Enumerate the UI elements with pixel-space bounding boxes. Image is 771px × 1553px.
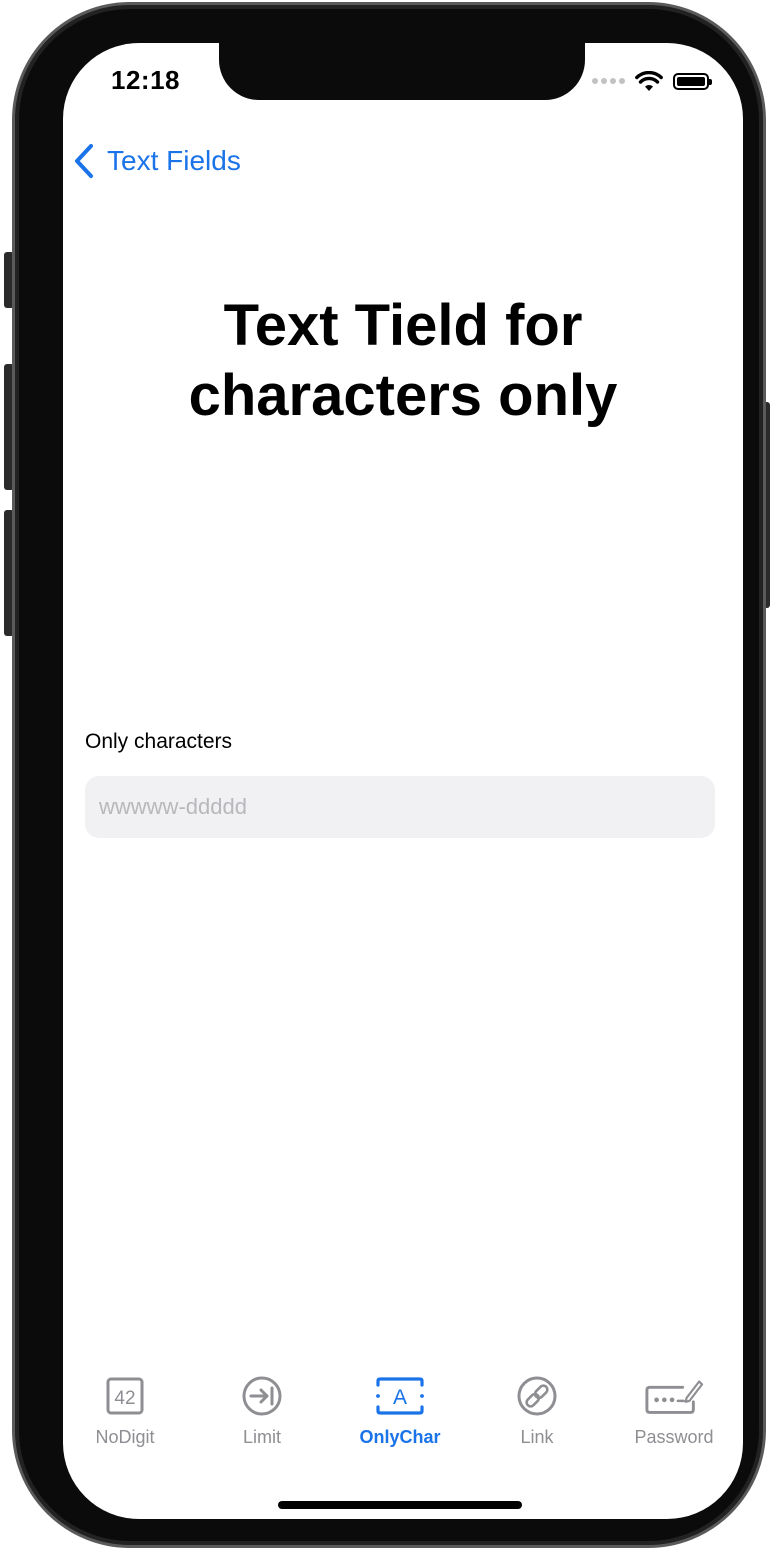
tab-label: Limit — [242, 1427, 281, 1447]
tab-link[interactable]: Link — [477, 1373, 597, 1448]
wifi-icon — [635, 70, 663, 91]
arrow-to-bar-icon — [232, 1373, 292, 1419]
notch — [219, 43, 585, 100]
back-button[interactable]: Text Fields — [73, 139, 241, 183]
svg-text:A: A — [393, 1386, 407, 1409]
tab-label: Link — [520, 1427, 554, 1447]
back-button-label: Text Fields — [107, 145, 241, 176]
letter-a-icon: A — [370, 1373, 430, 1419]
tab-bar: 42 NoDigit Limit A OnlyChar Link Passwor… — [63, 1373, 743, 1473]
svg-text:42: 42 — [114, 1388, 135, 1409]
field-label: Only characters — [85, 730, 233, 753]
number-42-icon: 42 — [95, 1373, 155, 1419]
link-icon — [507, 1373, 567, 1419]
phone-frame: 12:18 Text Fields Text Tield for charact… — [12, 2, 766, 1548]
screen: 12:18 Text Fields Text Tield for charact… — [63, 43, 743, 1519]
tab-label: Password — [634, 1427, 714, 1447]
password-pencil-icon — [644, 1373, 704, 1419]
tab-password[interactable]: Password — [614, 1373, 734, 1448]
signal-icon — [592, 78, 625, 84]
status-icons — [592, 69, 712, 93]
characters-only-input[interactable] — [85, 776, 715, 838]
tab-label: OnlyChar — [359, 1427, 441, 1447]
home-indicator — [278, 1501, 522, 1509]
page-title: Text Tield for characters only — [188, 293, 618, 428]
chevron-left-icon — [75, 144, 93, 178]
battery-icon — [673, 72, 712, 90]
status-time: 12:18 — [111, 65, 180, 95]
tab-label: NoDigit — [95, 1427, 155, 1447]
tab-nodigit[interactable]: 42 NoDigit — [65, 1373, 185, 1448]
tab-onlychar[interactable]: A OnlyChar — [340, 1373, 460, 1448]
tab-limit[interactable]: Limit — [202, 1373, 322, 1448]
